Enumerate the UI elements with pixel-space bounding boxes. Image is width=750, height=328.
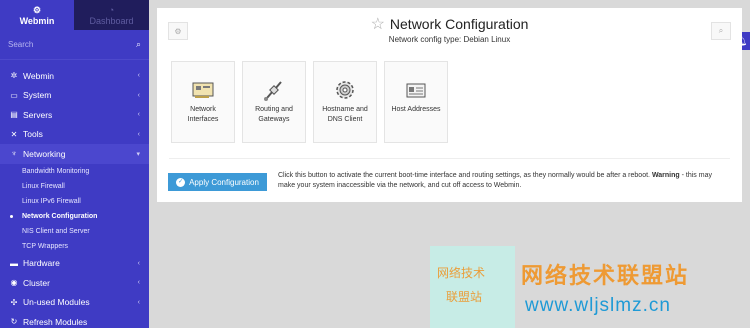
search-input[interactable]: Search ⌕ <box>0 30 149 60</box>
sidebar-item-label: Hardware <box>23 258 60 269</box>
tile-label-line1: Network <box>190 106 216 113</box>
tile-label-line2: Gateways <box>258 116 290 123</box>
gear-icon: ✲ <box>10 71 18 81</box>
sidebar-subitem-tcp-wrappers[interactable]: TCP Wrappers <box>0 239 149 254</box>
chevron-left-icon: ‹ <box>137 130 140 138</box>
wrench-icon: ✕ <box>10 129 18 139</box>
apply-configuration-button[interactable]: ✓ Apply Configuration <box>168 173 267 191</box>
sidebar-subitem-linux-ipv6-firewall[interactable]: Linux IPv6 Firewall <box>0 194 149 209</box>
sidebar-menu: ✲ Webmin ‹ ▭ System ‹ ▤ Servers ‹ ✕ Tool… <box>0 60 149 328</box>
server-icon: ▤ <box>10 110 18 120</box>
search-icon[interactable]: ⌕ <box>136 39 141 50</box>
chevron-down-icon: ▾ <box>136 150 140 158</box>
sidebar-item-webmin[interactable]: ✲ Webmin ‹ <box>0 66 149 86</box>
main-panel: ⚙ ⌕ ☆ Network Configuration Network conf… <box>157 8 742 202</box>
chevron-left-icon: ‹ <box>137 91 140 99</box>
sidebar-item-label: Cluster <box>23 277 50 288</box>
apply-desc-text: Click this button to activate the curren… <box>278 172 650 179</box>
address-card-icon <box>406 83 426 98</box>
refresh-icon: ↻ <box>10 317 18 327</box>
star-icon[interactable]: ☆ <box>371 14 385 34</box>
sidebar-item-label: Webmin <box>23 70 55 81</box>
watermark-small-text-2: 联盟站 <box>446 290 483 304</box>
sidebar-item-refresh-modules[interactable]: ↻ Refresh Modules <box>0 312 149 328</box>
sidebar-item-hardware[interactable]: ▬ Hardware ‹ <box>0 254 149 274</box>
tab-webmin-label: Webmin <box>19 15 55 26</box>
chevron-left-icon: ‹ <box>137 72 140 80</box>
dashboard-icon: ◔ <box>108 4 115 15</box>
sidebar-item-unused-modules[interactable]: ✣ Un-used Modules ‹ <box>0 293 149 313</box>
divider <box>169 158 730 159</box>
apply-desc-warning: Warning <box>651 172 680 179</box>
tile-label: Hostname and DNS Client <box>322 105 368 125</box>
chevron-left-icon: ‹ <box>137 111 140 119</box>
cable-icon <box>264 81 282 101</box>
tile-routing-and-gateways[interactable]: Routing and Gateways <box>242 61 306 143</box>
sidebar-item-label: Refresh Modules <box>23 316 88 327</box>
page-header: ☆ Network Configuration <box>157 14 742 34</box>
hdd-icon: ▬ <box>10 258 18 268</box>
sidebar-item-label: Tools <box>23 129 43 140</box>
apply-button-label: Apply Configuration <box>189 177 259 187</box>
tile-label-line1: Routing and <box>255 106 293 113</box>
tile-label-line1: Hostname and <box>322 106 368 113</box>
tile-label: Routing and Gateways <box>255 105 293 125</box>
network-card-icon <box>192 82 214 98</box>
sidebar: ⚙ Webmin ◔ Dashboard Search ⌕ ✲ Webmin ‹… <box>0 0 149 328</box>
tile-label: Host Addresses <box>391 105 440 115</box>
watermark-logo-box <box>430 246 515 328</box>
tile-label-line2: Interfaces <box>187 116 219 123</box>
sidebar-item-cluster[interactable]: ◉ Cluster ‹ <box>0 273 149 293</box>
sidebar-top-tabs: ⚙ Webmin ◔ Dashboard <box>0 0 149 30</box>
tile-label-line2: DNS Client <box>327 116 363 123</box>
sidebar-item-system[interactable]: ▭ System ‹ <box>0 86 149 106</box>
tile-label-line1: Host Addresses <box>391 106 441 113</box>
tab-webmin[interactable]: ⚙ Webmin <box>0 0 74 30</box>
watermark-url: www.wljslmz.cn <box>525 295 671 316</box>
chevron-left-icon: ‹ <box>137 298 140 306</box>
search-placeholder: Search <box>8 40 34 49</box>
sidebar-subitem-network-configuration[interactable]: Network Configuration <box>0 209 149 224</box>
sidebar-item-label: Servers <box>23 109 53 120</box>
sidebar-subitem-nis-client-and-server[interactable]: NIS Client and Server <box>0 224 149 239</box>
sitemap-icon: ◉ <box>10 278 18 288</box>
monitor-icon: ▭ <box>10 90 18 100</box>
tile-host-addresses[interactable]: Host Addresses <box>384 61 448 143</box>
watermark-title: 网络技术联盟站 <box>521 263 690 288</box>
module-tiles: Network Interfaces Routing and Gateways <box>171 61 455 143</box>
sidebar-subitem-linux-firewall[interactable]: Linux Firewall <box>0 179 149 194</box>
webmin-icon: ⚙ <box>32 4 42 15</box>
page-title: Network Configuration <box>389 16 529 32</box>
chevron-left-icon: ‹ <box>137 259 140 267</box>
sidebar-item-networking[interactable]: ♆ Networking ▾ <box>0 144 149 164</box>
sidebar-item-label: Networking <box>23 148 66 159</box>
sidebar-item-tools[interactable]: ✕ Tools ‹ <box>0 125 149 145</box>
page-subtitle: Network config type: Debian Linux <box>388 35 511 44</box>
puzzle-icon: ✣ <box>10 297 18 307</box>
apply-description: Click this button to activate the curren… <box>278 171 723 191</box>
tile-label: Network Interfaces <box>188 105 219 125</box>
tile-hostname-and-dns-client[interactable]: Hostname and DNS Client <box>313 61 377 143</box>
sidebar-item-label: System <box>23 90 52 101</box>
chevron-left-icon: ‹ <box>137 279 140 287</box>
sidebar-item-label: Un-used Modules <box>23 297 90 308</box>
tile-network-interfaces[interactable]: Network Interfaces <box>171 61 235 143</box>
tab-dashboard[interactable]: ◔ Dashboard <box>74 0 149 30</box>
sidebar-item-servers[interactable]: ▤ Servers ‹ <box>0 105 149 125</box>
watermark-small-text: 网络技术 <box>437 266 486 280</box>
sidebar-subitem-bandwidth-monitoring[interactable]: Bandwidth Monitoring <box>0 164 149 179</box>
network-icon: ♆ <box>11 149 17 159</box>
gear-icon <box>336 81 354 99</box>
tab-dashboard-label: Dashboard <box>89 15 134 26</box>
check-icon: ✓ <box>176 177 186 187</box>
